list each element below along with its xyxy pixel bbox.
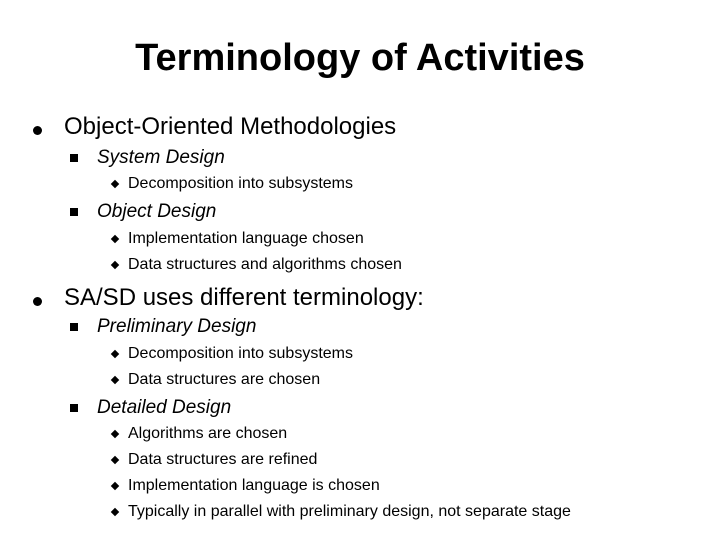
diamond-bullet-icon [110, 429, 120, 439]
diamond-bullet-icon [110, 260, 120, 270]
diamond-bullet-icon [110, 375, 120, 385]
diamond-bullet-icon [110, 179, 120, 189]
square-bullet-icon [70, 154, 78, 162]
diamond-bullet-icon [110, 234, 120, 244]
list-item: Implementation language is chosen [128, 477, 380, 494]
section-heading: SA/SD uses different terminology: [64, 284, 424, 311]
list-item: Data structures are refined [128, 451, 318, 468]
square-bullet-icon [70, 404, 78, 412]
round-bullet-icon [33, 126, 42, 135]
square-bullet-icon [70, 323, 78, 331]
subsection-heading: System Design [97, 147, 225, 168]
diamond-bullet-icon [110, 349, 120, 359]
slide-title: Terminology of Activities [135, 37, 585, 79]
list-item: Implementation language chosen [128, 230, 364, 247]
subsection-heading: Detailed Design [97, 397, 232, 418]
list-item: Typically in parallel with preliminary d… [128, 503, 571, 520]
round-bullet-icon [33, 297, 42, 306]
diamond-bullet-icon [110, 481, 120, 491]
list-item: Algorithms are chosen [128, 425, 288, 442]
diamond-bullet-icon [110, 455, 120, 465]
section-heading: Object-Oriented Methodologies [64, 113, 397, 140]
list-item: Decomposition into subsystems [128, 175, 353, 192]
square-bullet-icon [70, 208, 78, 216]
subsection-heading: Object Design [97, 201, 217, 222]
diamond-bullet-icon [110, 507, 120, 517]
list-item: Data structures and algorithms chosen [128, 256, 402, 273]
list-item: Decomposition into subsystems [128, 345, 353, 362]
subsection-heading: Preliminary Design [97, 316, 257, 337]
list-item: Data structures are chosen [128, 371, 321, 388]
